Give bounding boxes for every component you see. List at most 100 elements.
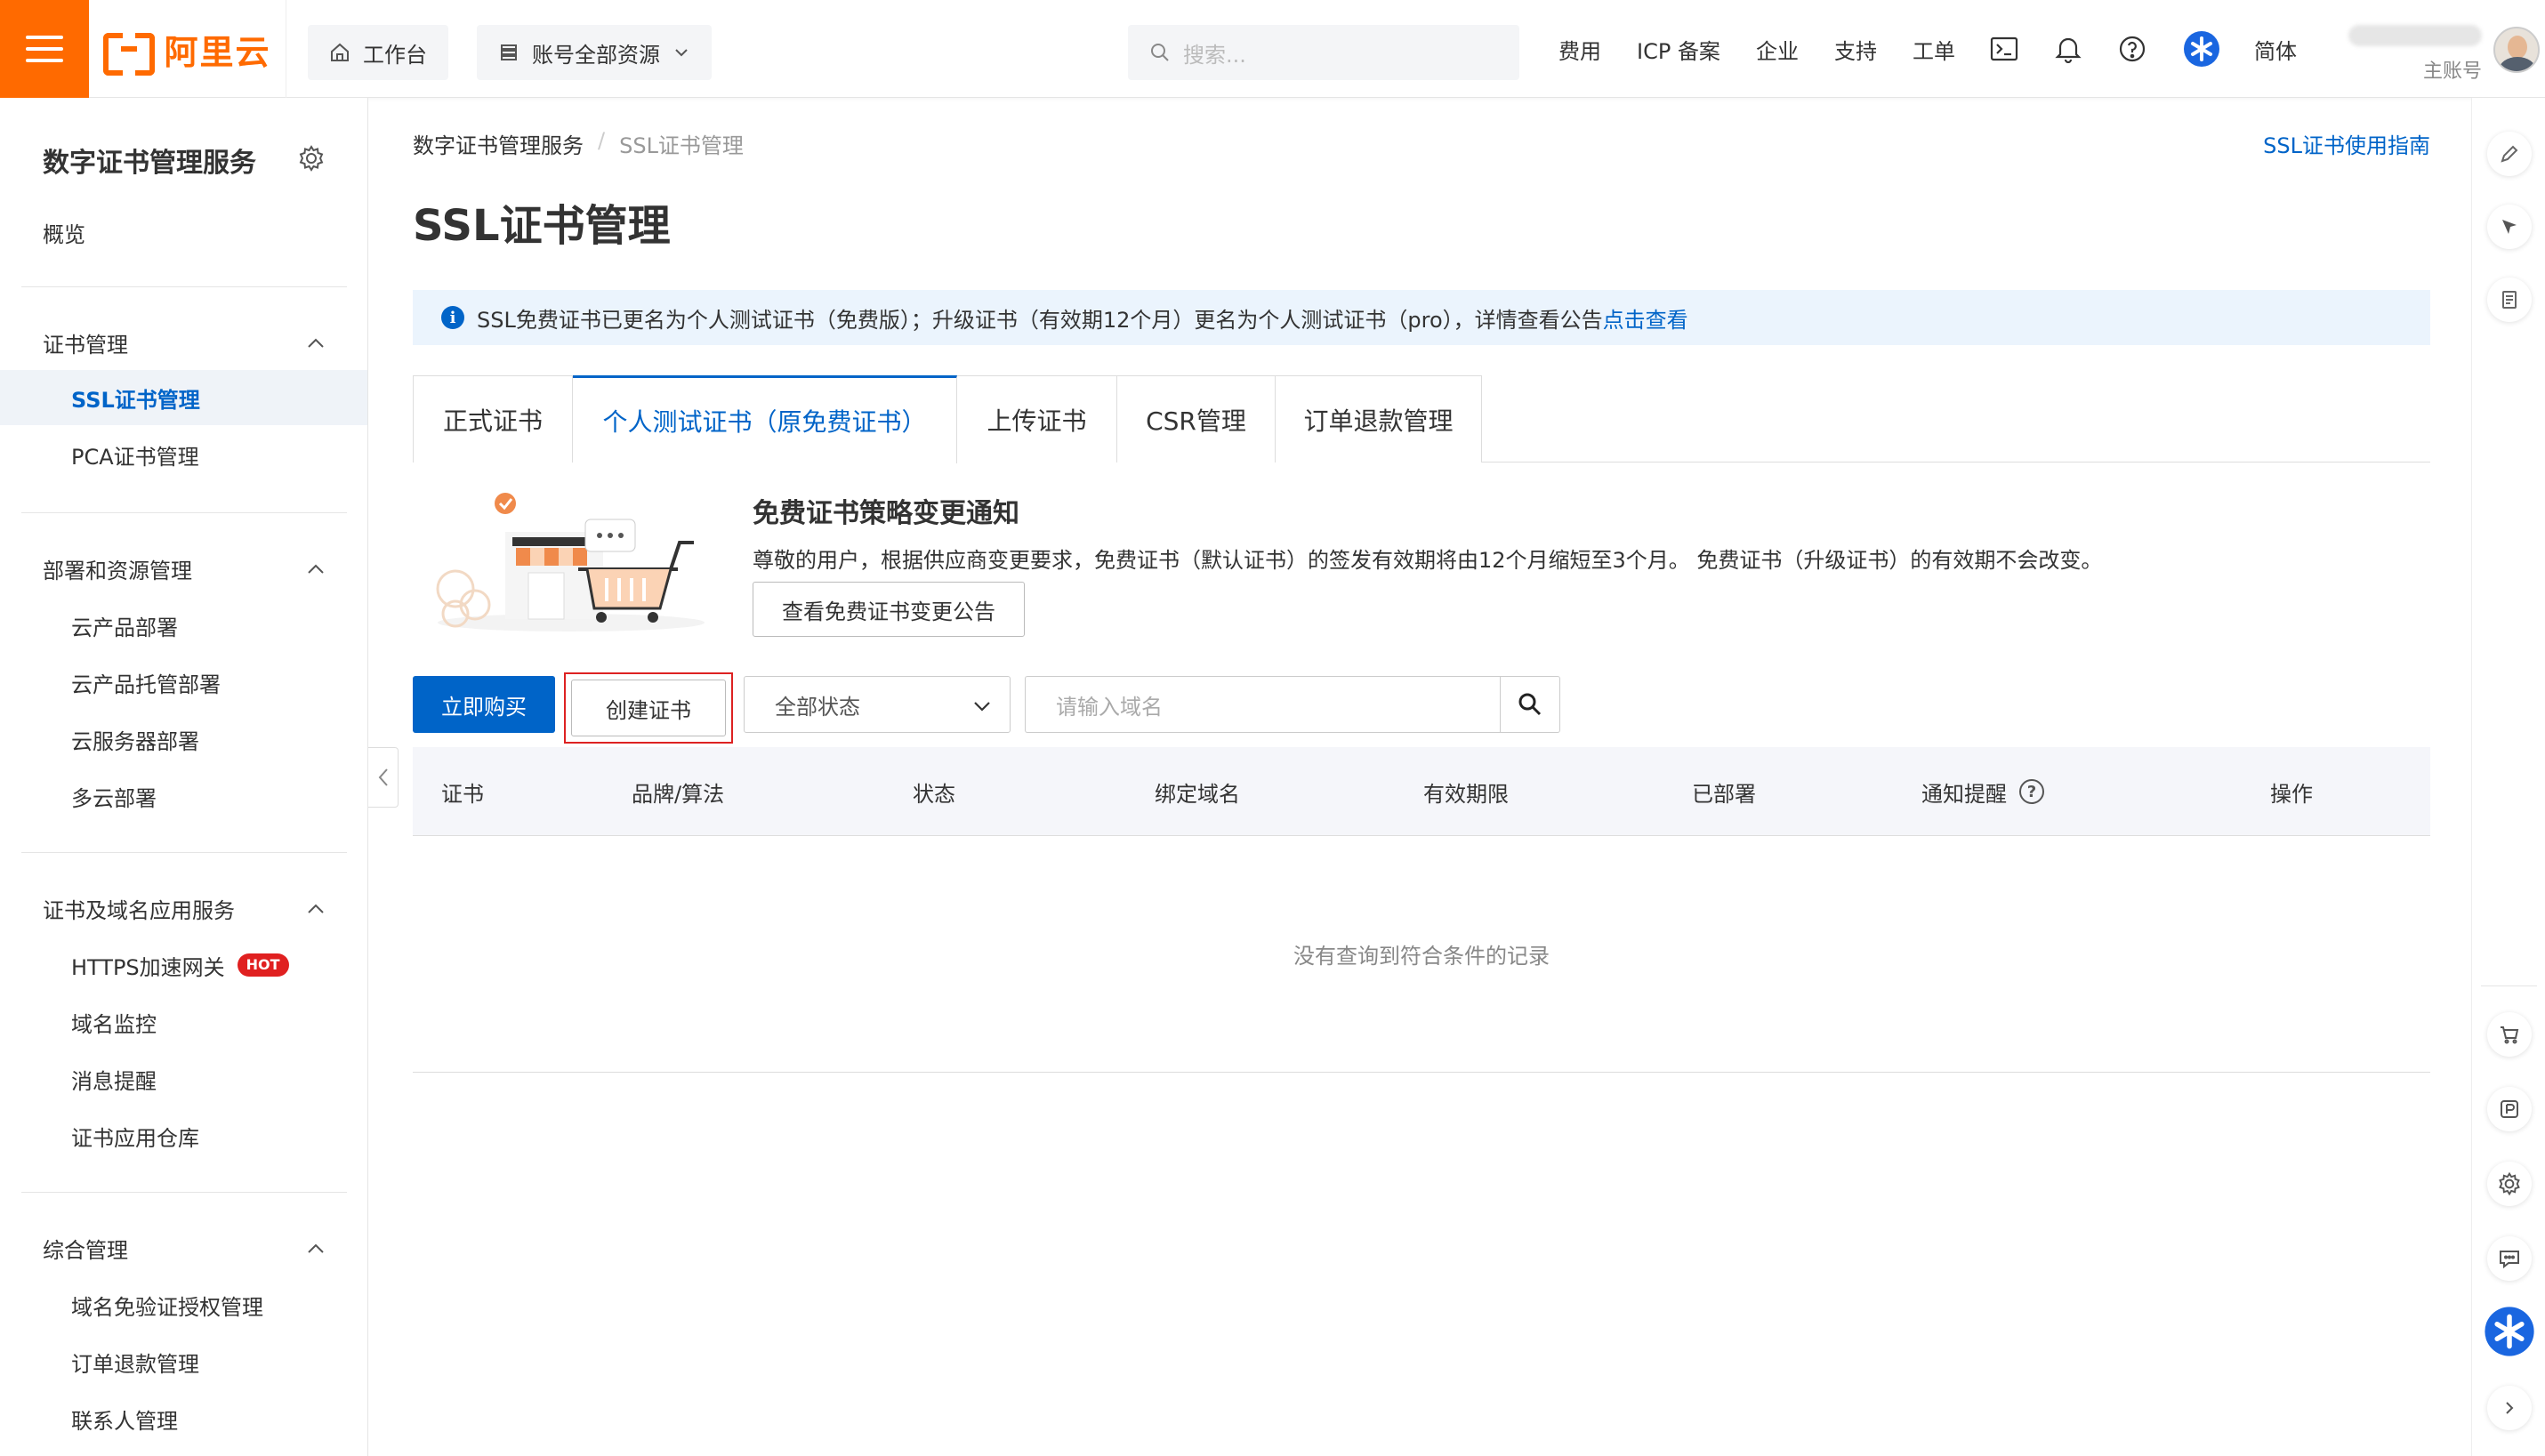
sidebar-group-cert-management[interactable]: 证书管理 <box>0 315 367 370</box>
gear-icon[interactable] <box>2487 1162 2532 1206</box>
sidebar-item-pca-management[interactable]: PCA证书管理 <box>0 427 367 482</box>
workbench-button[interactable]: 工作台 <box>308 25 448 80</box>
sidebar-group-deployment[interactable]: 部署和资源管理 <box>0 541 367 596</box>
global-search[interactable]: 搜索... <box>1128 25 1519 80</box>
tab-formal-cert[interactable]: 正式证书 <box>413 375 573 463</box>
divider <box>21 1192 347 1193</box>
status-select-value: 全部状态 <box>775 694 860 720</box>
ssl-guide-link[interactable]: SSL证书使用指南 <box>2263 128 2430 159</box>
edit-icon[interactable] <box>2487 132 2532 176</box>
column-header: 已部署 <box>1692 781 1756 807</box>
column-header: 状态 <box>913 781 955 807</box>
sidebar-item-cloud-product-deploy[interactable]: 云产品部署 <box>0 598 367 653</box>
domain-search-button[interactable] <box>1500 676 1560 733</box>
sidebar-group-domain-services[interactable]: 证书及域名应用服务 <box>0 881 367 936</box>
assistant-icon[interactable] <box>2183 30 2220 68</box>
nav-enterprise[interactable]: 企业 <box>1756 0 1799 98</box>
sidebar-collapse-toggle[interactable] <box>368 747 399 808</box>
bell-icon[interactable] <box>2053 34 2083 64</box>
domain-search-input[interactable]: 请输入域名 <box>1025 676 1503 733</box>
breadcrumb: 数字证书管理服务 / SSL证书管理 <box>413 128 744 159</box>
notice-text: SSL免费证书已更名为个人测试证书（免费版）；升级证书（有效期12个月）更名为个… <box>477 307 1603 333</box>
settings-gear-icon[interactable] <box>297 144 326 173</box>
tab-order-refund[interactable]: 订单退款管理 <box>1276 375 1482 463</box>
chevron-right-icon[interactable] <box>2487 1386 2532 1430</box>
help-icon[interactable] <box>2117 34 2147 64</box>
sidebar-item-domain-auth[interactable]: 域名免验证授权管理 <box>0 1277 367 1332</box>
aliyun-logo-icon <box>103 33 156 76</box>
hot-badge: HOT <box>237 953 289 977</box>
question-icon[interactable]: ? <box>2019 779 2044 804</box>
stack-icon <box>501 44 517 60</box>
resources-dropdown[interactable]: 账号全部资源 <box>477 25 712 80</box>
nav-fees[interactable]: 费用 <box>1558 0 1601 98</box>
avatar[interactable] <box>2493 27 2540 73</box>
sidebar-item-cert-repository[interactable]: 证书应用仓库 <box>0 1108 367 1163</box>
pointer-icon[interactable] <box>2487 205 2532 249</box>
tab-upload-cert[interactable]: 上传证书 <box>957 375 1117 463</box>
status-select[interactable]: 全部状态 <box>744 676 1011 733</box>
home-icon <box>331 43 349 61</box>
chevron-down-icon <box>974 702 990 712</box>
sidebar-item-message-reminder[interactable]: 消息提醒 <box>0 1051 367 1106</box>
divider <box>2481 985 2537 986</box>
workbench-label: 工作台 <box>363 42 427 68</box>
sidebar-title: 数字证书管理服务 <box>43 148 256 179</box>
group-label: 证书管理 <box>43 332 128 358</box>
group-label: 部署和资源管理 <box>43 558 192 583</box>
buy-now-button[interactable]: 立即购买 <box>413 676 555 733</box>
page-title: SSL证书管理 <box>413 201 671 251</box>
cart-icon[interactable] <box>2487 1012 2532 1057</box>
notice-banner: i SSL免费证书已更名为个人测试证书（免费版）；升级证书（有效期12个月）更名… <box>413 290 2430 345</box>
icp-icon[interactable] <box>2487 1087 2532 1131</box>
create-cert-button[interactable]: 创建证书 <box>571 680 726 736</box>
column-header: 有效期限 <box>1423 781 1509 807</box>
item-label: HTTPS加速网关 <box>71 954 225 980</box>
column-header: 证书 <box>441 781 484 807</box>
sidebar-item-managed-deploy[interactable]: 云产品托管部署 <box>0 655 367 710</box>
account-name-blurred <box>2348 25 2482 46</box>
divider <box>21 852 347 853</box>
account-info[interactable]: 主账号 <box>2331 21 2482 84</box>
sidebar: 数字证书管理服务 概览 证书管理 SSL证书管理 PCA证书管理 部署和资源管理… <box>0 98 368 1456</box>
sidebar-item-overview[interactable]: 概览 <box>0 205 367 260</box>
tab-csr-management[interactable]: CSR管理 <box>1117 375 1276 463</box>
feedback-icon[interactable] <box>2487 1236 2532 1281</box>
aliyun-logo[interactable]: 阿里云 <box>89 0 286 98</box>
tab-personal-test-cert[interactable]: 个人测试证书（原免费证书） <box>573 375 957 463</box>
shop-cart-illustration <box>436 493 705 631</box>
search-icon <box>1151 44 1169 61</box>
breadcrumb-link[interactable]: 数字证书管理服务 <box>413 128 584 159</box>
nav-ticket[interactable]: 工单 <box>1913 0 1955 98</box>
chevron-up-icon <box>308 338 324 348</box>
terminal-icon[interactable] <box>1989 34 2019 64</box>
group-label: 综合管理 <box>43 1237 128 1263</box>
sidebar-item-multicloud-deploy[interactable]: 多云部署 <box>0 768 367 824</box>
empty-table-message: 没有查询到符合条件的记录 <box>413 836 2430 1073</box>
column-header: 绑定域名 <box>1155 781 1240 807</box>
notice-link[interactable]: 点击查看 <box>1603 302 1688 334</box>
ai-assistant-icon[interactable] <box>2484 1306 2535 1357</box>
column-header: 品牌/算法 <box>632 781 725 807</box>
document-icon[interactable] <box>2487 278 2532 322</box>
sidebar-item-domain-monitor[interactable]: 域名监控 <box>0 994 367 1050</box>
chevron-down-icon <box>675 49 688 57</box>
sidebar-item-server-deploy[interactable]: 云服务器部署 <box>0 712 367 767</box>
policy-description: 尊敬的用户，根据供应商变更要求，免费证书（默认证书）的签发有效期将由12个月缩短… <box>753 548 2103 573</box>
nav-support[interactable]: 支持 <box>1834 0 1877 98</box>
view-announcement-button[interactable]: 查看免费证书变更公告 <box>753 582 1025 637</box>
sidebar-item-https-gateway[interactable]: HTTPS加速网关 HOT <box>0 937 367 993</box>
sidebar-item-contacts[interactable]: 联系人管理 <box>0 1391 367 1446</box>
sidebar-group-general-management[interactable]: 综合管理 <box>0 1220 367 1275</box>
account-type: 主账号 <box>2422 60 2482 83</box>
logo-text: 阿里云 <box>164 32 271 72</box>
sidebar-item-ssl-management[interactable]: SSL证书管理 <box>0 370 367 425</box>
language-switch[interactable]: 简体 <box>2254 0 2297 98</box>
nav-icp[interactable]: ICP 备案 <box>1637 0 1720 98</box>
menu-icon[interactable] <box>0 0 89 98</box>
sidebar-item-order-refund[interactable]: 订单退款管理 <box>0 1334 367 1389</box>
right-toolbar <box>2471 98 2545 1456</box>
chevron-up-icon <box>308 564 324 574</box>
search-placeholder: 搜索... <box>1183 42 1246 68</box>
cert-table-header: 证书 品牌/算法 状态 绑定域名 有效期限 已部署 通知提醒 ? 操作 <box>413 747 2430 836</box>
